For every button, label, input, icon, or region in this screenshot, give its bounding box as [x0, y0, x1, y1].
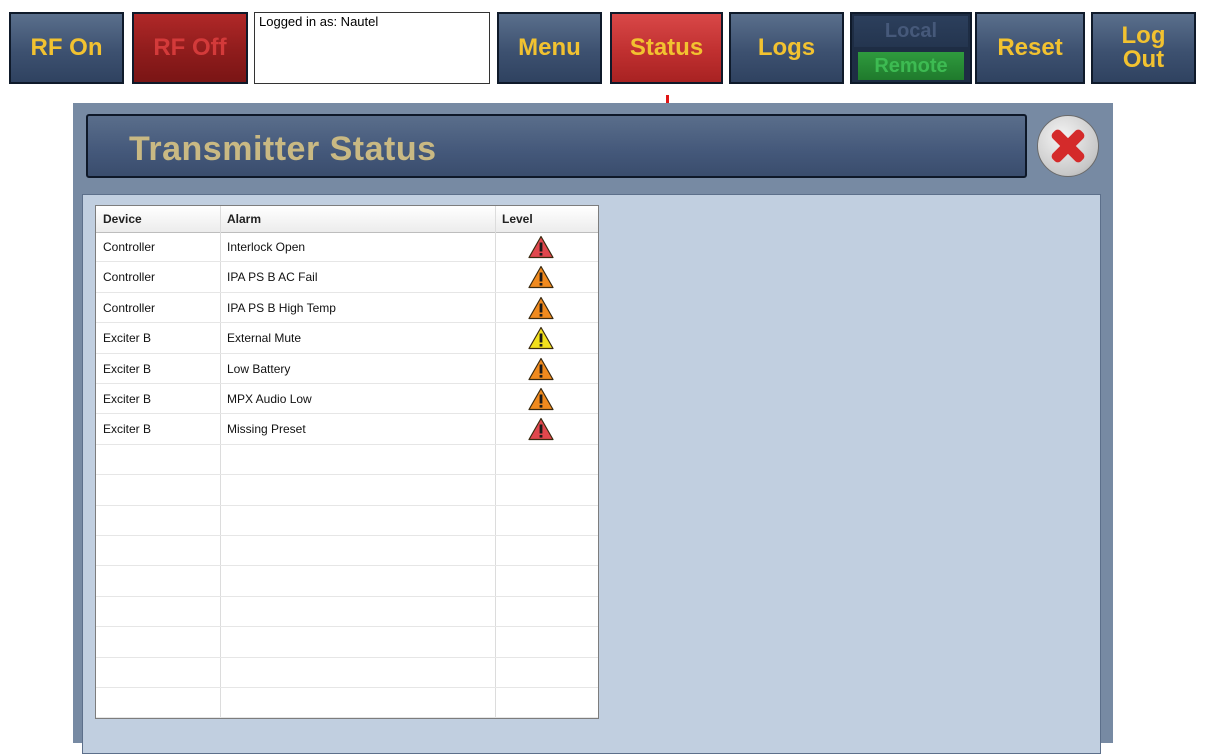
table-row[interactable] [96, 627, 598, 658]
table-row[interactable]: Exciter B MPX Audio Low [96, 384, 598, 415]
table-row[interactable]: Controller IPA PS B AC Fail [96, 262, 598, 293]
device-cell: Exciter B [103, 392, 152, 406]
warning-triangle-icon [528, 235, 554, 259]
header-level[interactable]: Level [495, 206, 598, 232]
table-row[interactable] [96, 445, 598, 476]
warning-triangle-icon [528, 387, 554, 411]
table-row[interactable] [96, 536, 598, 567]
logs-button[interactable]: Logs [729, 12, 844, 84]
device-cell: Controller [103, 300, 156, 315]
table-row[interactable] [96, 597, 598, 628]
close-x-icon [1051, 129, 1085, 163]
local-option[interactable]: Local [854, 16, 968, 47]
device-cell: Exciter B [103, 331, 152, 346]
dialog-title: Transmitter Status [129, 130, 437, 168]
rf-off-button[interactable]: RF Off [132, 12, 248, 84]
device-cell: Exciter B [103, 361, 152, 376]
table-row[interactable]: Exciter B External Mute [96, 323, 598, 354]
status-content-panel: Device Alarm Level Controller Interlock O… [82, 194, 1101, 754]
table-row[interactable] [96, 688, 598, 718]
status-button[interactable]: Status [610, 12, 723, 84]
table-row[interactable] [96, 506, 598, 536]
device-cell: Controller [103, 240, 156, 254]
table-row[interactable] [96, 658, 598, 688]
header-alarm[interactable]: Alarm [220, 206, 495, 232]
local-remote-toggle[interactable]: Local Remote [850, 12, 972, 84]
header-device[interactable]: Device [96, 206, 220, 232]
top-toolbar: RF On RF Off Logged in as: Nautel Menu S… [9, 12, 1199, 84]
transmitter-status-dialog: Transmitter Status Device Alarm Level Co… [73, 103, 1113, 754]
table-row[interactable]: Exciter B Low Battery [96, 354, 598, 384]
alarm-cell: Low Battery [227, 361, 291, 376]
menu-button[interactable]: Menu [497, 12, 602, 84]
alarm-cell: IPA PS B High Temp [227, 300, 336, 315]
table-header: Device Alarm Level [96, 206, 598, 233]
alarm-cell: IPA PS B AC Fail [227, 270, 318, 285]
reset-button[interactable]: Reset [975, 12, 1085, 84]
device-cell: Exciter B [103, 422, 152, 437]
alarm-cell: Missing Preset [227, 422, 306, 437]
close-button[interactable] [1037, 115, 1099, 177]
rf-on-button[interactable]: RF On [9, 12, 124, 84]
warning-triangle-icon [528, 357, 554, 380]
alarm-cell: Interlock Open [227, 240, 306, 254]
warning-triangle-icon [528, 296, 554, 319]
warning-triangle-icon [528, 266, 554, 289]
warning-triangle-icon [528, 418, 554, 441]
device-cell: Controller [103, 270, 156, 285]
table-row[interactable] [96, 475, 598, 506]
table-row[interactable]: Controller IPA PS B High Temp [96, 293, 598, 324]
logout-label-line2: Out [1122, 46, 1165, 73]
alarm-cell: External Mute [227, 331, 302, 346]
logout-button[interactable]: Log Out [1091, 12, 1196, 84]
alarm-cell: MPX Audio Low [227, 392, 312, 406]
alarm-table: Device Alarm Level Controller Interlock O… [95, 205, 599, 719]
remote-option[interactable]: Remote [858, 52, 964, 80]
login-status: Logged in as: Nautel [254, 12, 490, 84]
table-row[interactable]: Exciter B Missing Preset [96, 414, 598, 445]
table-row[interactable] [96, 566, 598, 597]
table-row[interactable]: Controller Interlock Open [96, 232, 598, 263]
dialog-title-bar: Transmitter Status [86, 114, 1027, 178]
warning-triangle-icon [528, 327, 554, 350]
logout-label-line1: Log [1121, 22, 1166, 49]
